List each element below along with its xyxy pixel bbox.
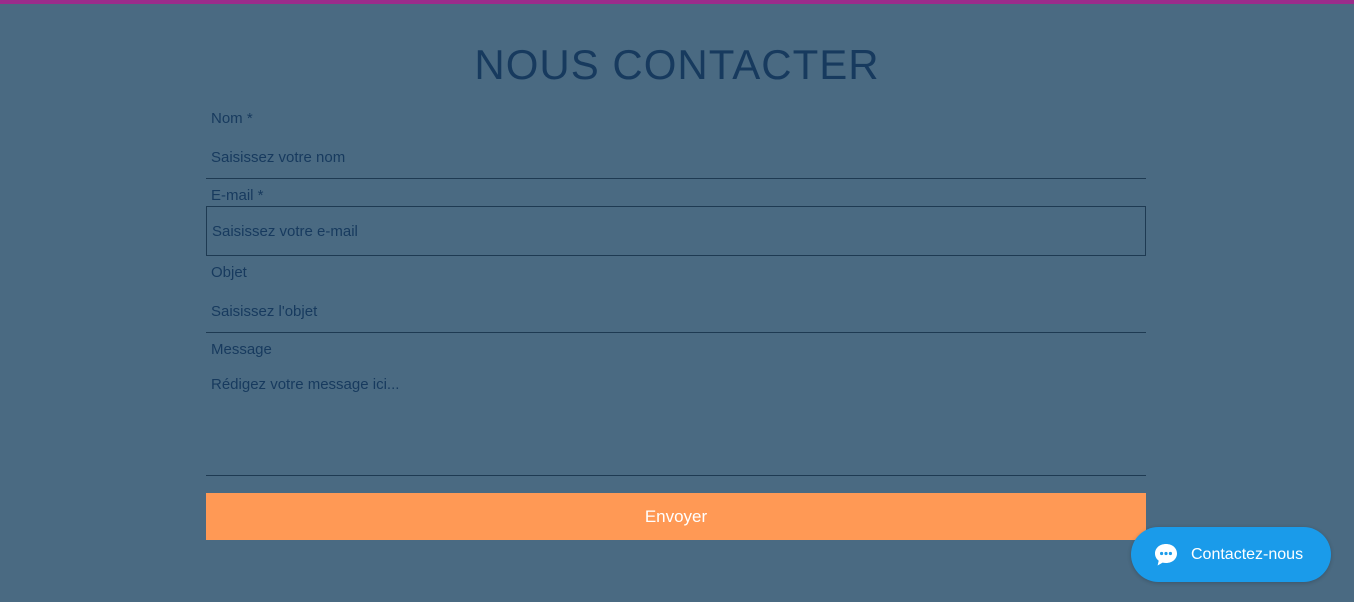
subject-field[interactable] (206, 291, 1146, 333)
name-field[interactable] (206, 137, 1146, 179)
chat-bubble-icon (1153, 542, 1179, 568)
chat-label: Contactez-nous (1191, 545, 1304, 563)
email-field[interactable] (206, 206, 1146, 256)
message-field[interactable] (206, 368, 1146, 476)
top-accent-bar (0, 0, 1354, 4)
chat-widget-button[interactable]: Contactez-nous (1131, 527, 1331, 582)
email-label: E-mail * (211, 187, 264, 204)
submit-button[interactable]: Envoyer (206, 493, 1146, 540)
name-label: Nom * (211, 110, 253, 127)
message-label: Message (211, 341, 272, 358)
subject-label: Objet (211, 264, 247, 281)
page-title: NOUS CONTACTER (474, 41, 880, 88)
